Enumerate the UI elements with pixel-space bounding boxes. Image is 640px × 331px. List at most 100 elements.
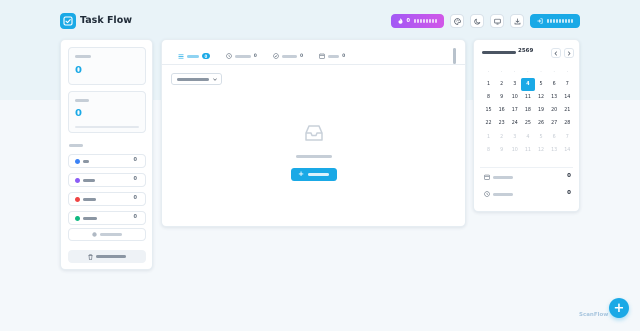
calendar-day[interactable]: 28	[561, 117, 574, 130]
empty-state-text	[295, 155, 332, 158]
calendar-day[interactable]: 10	[508, 144, 521, 157]
tab-scheduled[interactable]: 0	[311, 49, 353, 63]
stat-card-total: 0	[68, 47, 146, 85]
moon-icon	[473, 18, 480, 25]
calendar-year: 2569	[518, 48, 534, 54]
login-icon	[537, 18, 543, 24]
calendar-day[interactable]: 6	[548, 130, 561, 143]
calendar-weekday: ·	[540, 69, 542, 75]
category-item[interactable]: 0	[68, 154, 146, 168]
calendar-day[interactable]: 1	[482, 78, 495, 91]
calendar-day[interactable]: 9	[495, 91, 508, 104]
calendar-day[interactable]: 22	[482, 117, 495, 130]
app-header: Task Flow 0	[60, 13, 580, 31]
calendar-day[interactable]: 24	[508, 117, 521, 130]
category-count: 0	[133, 214, 137, 220]
category-item[interactable]: 0	[68, 192, 146, 206]
add-task-button[interactable]: +	[290, 168, 337, 181]
calendar-day[interactable]: 27	[548, 117, 561, 130]
login-label	[547, 19, 573, 23]
premium-count: 0	[406, 18, 410, 24]
tab-pending[interactable]: 0	[218, 49, 265, 63]
trash-icon	[88, 253, 93, 260]
calendar-day[interactable]: 19	[535, 104, 548, 117]
category-count: 0	[133, 157, 137, 163]
sort-select[interactable]	[171, 73, 222, 85]
calendar-day[interactable]: 3	[508, 130, 521, 143]
calendar-day[interactable]: 14	[561, 144, 574, 157]
calendar-day[interactable]: 20	[548, 104, 561, 117]
theme-palette-button[interactable]	[450, 14, 464, 28]
calendar-day[interactable]: 13	[548, 144, 561, 157]
chevron-left-icon	[554, 50, 558, 56]
calendar-day[interactable]: 11	[521, 91, 534, 104]
download-icon	[514, 17, 520, 24]
calendar-day[interactable]: 4	[521, 130, 534, 143]
calendar-header: 2569	[482, 48, 574, 58]
calendar-day[interactable]: 21	[561, 104, 574, 117]
tab-completed-count: 0	[299, 53, 304, 59]
calendar-day[interactable]: 26	[535, 117, 548, 130]
calendar-day[interactable]: 13	[548, 91, 561, 104]
view-mode-button[interactable]	[490, 14, 504, 28]
calendar-day[interactable]: 8	[482, 144, 495, 157]
calendar-day[interactable]: 5	[535, 130, 548, 143]
add-circle-icon	[92, 232, 97, 237]
calendar-day[interactable]: 3	[508, 78, 521, 91]
login-button[interactable]	[530, 14, 580, 28]
tab-all-count: 0	[202, 53, 210, 59]
calendar-day[interactable]: 1	[482, 130, 495, 143]
clear-completed-button[interactable]	[68, 250, 146, 263]
monitor-icon	[493, 18, 501, 24]
task-panel: 0 0 0 0 +	[161, 39, 466, 227]
add-task-label	[307, 173, 329, 176]
calendar-day[interactable]: 4	[521, 78, 535, 92]
category-item[interactable]: 0	[68, 211, 146, 225]
sort-select-value	[177, 77, 209, 81]
category-item[interactable]: 0	[68, 173, 146, 187]
calendar-prev-button[interactable]	[551, 48, 561, 58]
calendar-day[interactable]: 7	[561, 78, 574, 91]
calendar-day[interactable]: 16	[495, 104, 508, 117]
calendar-grid: · · · · · · · 1 2 3 4 5 6 7 8 9 10 11 12 13 14 15 16 17 18 19 20 21…	[482, 65, 574, 157]
calendar-next-button[interactable]	[564, 48, 574, 58]
calendar-day[interactable]: 2	[495, 130, 508, 143]
calendar-day[interactable]: 2	[495, 78, 508, 91]
tab-all-label	[187, 54, 199, 58]
calendar-day[interactable]: 14	[561, 91, 574, 104]
calendar-day[interactable]: 10	[508, 91, 521, 104]
tab-pending-label	[234, 54, 251, 58]
calendar-day[interactable]: 25	[521, 117, 534, 130]
calendar-icon	[319, 53, 325, 59]
calendar-day[interactable]: 9	[495, 144, 508, 157]
sidebar-panel: 0 0 0 0 0 0	[60, 39, 153, 270]
flame-icon	[398, 18, 403, 24]
scrollbar[interactable]	[453, 48, 456, 64]
calendar-day[interactable]: 23	[495, 117, 508, 130]
add-category-button[interactable]	[68, 228, 146, 241]
tab-all[interactable]: 0	[170, 49, 218, 65]
premium-button[interactable]: 0	[390, 14, 444, 28]
calendar-day[interactable]: 5	[535, 78, 548, 91]
calendar-day[interactable]: 12	[535, 91, 548, 104]
calendar-weekday: ·	[514, 69, 516, 75]
chevron-right-icon	[567, 50, 571, 56]
export-button[interactable]	[510, 14, 524, 28]
calendar-day[interactable]: 15	[482, 104, 495, 117]
floating-add-button[interactable]: +	[609, 298, 629, 318]
calendar-day[interactable]: 11	[521, 144, 534, 157]
dark-mode-button[interactable]	[470, 14, 484, 28]
tab-completed[interactable]: 0	[265, 49, 311, 63]
calendar-month	[482, 51, 516, 54]
stat-label-total	[75, 55, 91, 58]
calendar-day[interactable]: 6	[548, 78, 561, 91]
calendar-day[interactable]: 17	[508, 104, 521, 117]
calendar-day[interactable]: 7	[561, 130, 574, 143]
calendar-day[interactable]: 12	[535, 144, 548, 157]
task-tabs: 0 0 0 0	[170, 49, 353, 65]
calendar-weekday: ·	[527, 69, 529, 75]
calendar-weekday: ·	[487, 69, 490, 75]
calendar-day[interactable]: 18	[521, 104, 534, 117]
category-dot	[75, 159, 80, 164]
calendar-day[interactable]: 8	[482, 91, 495, 104]
